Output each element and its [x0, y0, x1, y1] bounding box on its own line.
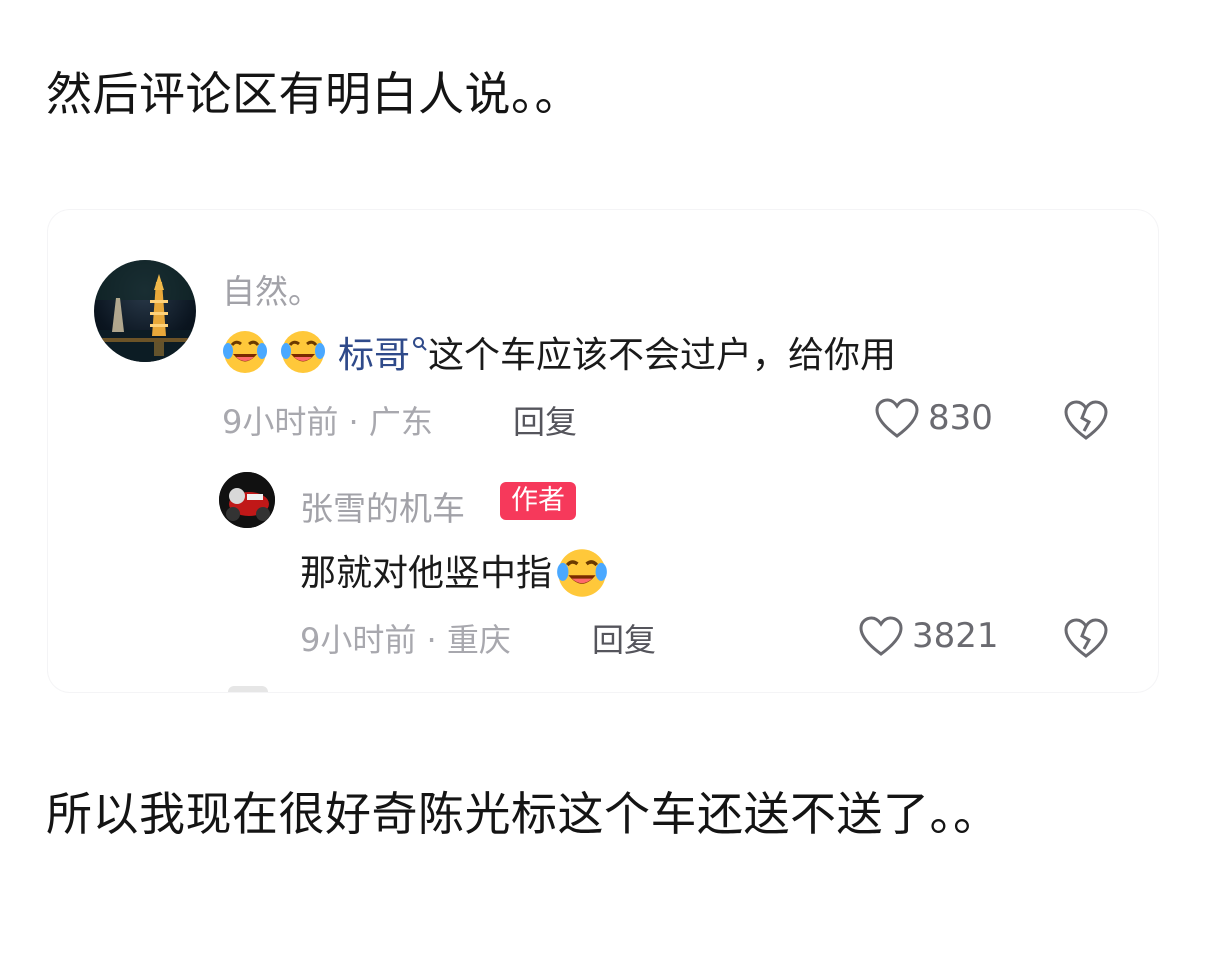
comment-body: 标哥 这个车应该不会过户，给你用: [222, 326, 896, 378]
commenter-avatar[interactable]: [94, 260, 196, 362]
laughing-crying-emoji-icon: [280, 329, 326, 375]
like-count: 830: [928, 398, 993, 438]
reply-text: 那就对他竖中指: [300, 553, 553, 594]
broken-heart-icon: [1064, 618, 1108, 658]
post-intro-text: 然后评论区有明白人说。。: [46, 67, 581, 121]
reply-meta: 9小时前 · 重庆: [300, 621, 511, 659]
laughing-crying-emoji-icon: [556, 547, 607, 597]
post-outro-text: 所以我现在很好奇陈光标这个车还送不送了。。: [46, 787, 1000, 841]
broken-heart-icon: [1064, 400, 1108, 440]
heart-outline-icon: [859, 616, 903, 656]
heart-outline-icon: [875, 398, 919, 438]
mention-link[interactable]: 标哥: [338, 326, 428, 378]
commenter-username[interactable]: 自然。: [222, 265, 321, 313]
mention-text: 标哥: [338, 335, 411, 376]
laughing-crying-emoji-icon: [222, 329, 268, 375]
comment-text: 这个车应该不会过户，给你用: [428, 335, 897, 376]
reply-like-button[interactable]: 3821: [858, 615, 999, 657]
comment-card: 自然。 标哥 这个车应该不会过户，给你用 9小时前 · 广东 回复 830 张雪…: [48, 210, 1158, 692]
next-comment-avatar-peek: [228, 686, 268, 692]
dislike-button[interactable]: [1062, 398, 1110, 446]
reply-author-avatar[interactable]: [219, 472, 275, 528]
reply-author-username[interactable]: 张雪的机车: [300, 482, 465, 530]
reply-button[interactable]: 回复: [513, 397, 577, 443]
reply-like-count: 3821: [912, 616, 999, 656]
like-button[interactable]: 830: [874, 397, 993, 439]
comment-meta: 9小时前 · 广东: [222, 403, 433, 441]
author-badge: 作者: [500, 482, 576, 520]
reply-body: 那就对他竖中指: [300, 544, 614, 597]
reply-dislike-button[interactable]: [1062, 616, 1110, 664]
search-icon: [412, 320, 428, 351]
reply-reply-button[interactable]: 回复: [592, 615, 656, 661]
